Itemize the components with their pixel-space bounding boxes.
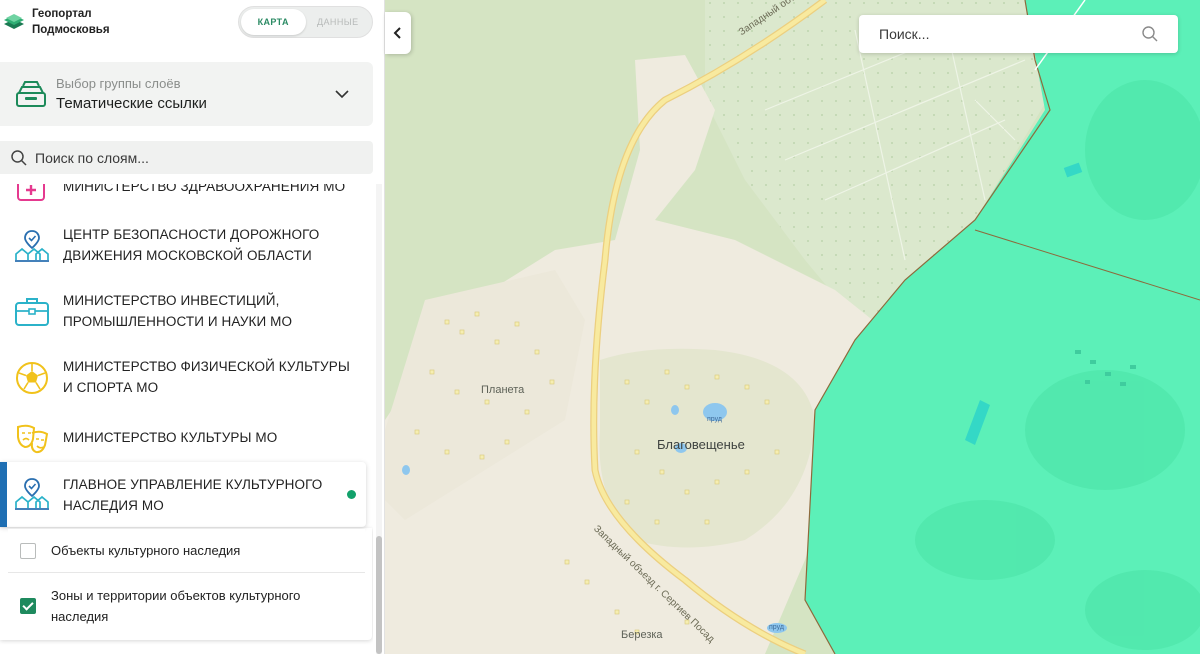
layer-list: МИНИСТЕРСТВО ЗДРАВООХРАНЕНИЯ МО ЦЕНТР БЕ… — [0, 184, 373, 654]
map-canvas[interactable] — [385, 0, 1200, 654]
layer-list-scrollbar[interactable] — [376, 184, 382, 654]
layer-item-label: МИНИСТЕРСТВО КУЛЬТУРЫ МО — [63, 430, 278, 445]
sublayer-checkbox-checked[interactable] — [20, 598, 36, 614]
app-title-line1: Геопортал — [32, 8, 92, 20]
layer-item-label: МИНИСТЕРСТВО ФИЗИЧЕСКОЙ КУЛЬТУРЫ И СПОРТ… — [63, 359, 350, 395]
football-icon — [16, 362, 48, 394]
sidebar: Геопортал Подмосковья КАРТА ДАННЫЕ Выбор… — [0, 0, 385, 654]
sublayer-heritage-zones[interactable]: Зоны и территории объектов культурного н… — [8, 574, 365, 638]
layer-item-heritage[interactable]: ГЛАВНОЕ УПРАВЛЕНИЕ КУЛЬТУРНОГО НАСЛЕДИЯ … — [0, 462, 366, 527]
layer-group-select[interactable]: Выбор группы слоёв Тематические ссылки — [0, 62, 373, 126]
layer-item-culture[interactable]: МИНИСТЕРСТВО КУЛЬТУРЫ МО — [0, 418, 366, 458]
pond-label: пруд — [769, 624, 784, 631]
pond-label: пруд — [707, 416, 722, 423]
layer-item-label: ГЛАВНОЕ УПРАВЛЕНИЕ КУЛЬТУРНОГО НАСЛЕДИЯ … — [63, 477, 323, 513]
active-status-dot — [347, 490, 356, 499]
geoportal-logo-icon — [4, 14, 24, 29]
briefcase-icon — [15, 298, 49, 326]
layers-box-icon — [16, 81, 46, 107]
layer-search — [0, 141, 373, 174]
sublayer-label: Зоны и территории объектов культурного н… — [51, 588, 301, 624]
mode-toggle: КАРТА ДАННЫЕ — [238, 6, 373, 38]
place-label-planeta: Планета — [481, 384, 525, 396]
map-mode-button[interactable]: КАРТА — [241, 9, 306, 35]
scrollbar-thumb[interactable] — [376, 536, 382, 654]
theater-masks-icon — [17, 424, 49, 454]
layer-item-investments[interactable]: МИНИСТЕРСТВО ИНВЕСТИЦИЙ, ПРОМЫШЛЕННОСТИ … — [0, 286, 366, 338]
layer-group-value: Тематические ссылки — [56, 94, 207, 112]
app-title: Геопортал Подмосковья — [32, 6, 142, 38]
collapse-sidebar-button[interactable] — [385, 12, 411, 54]
layer-group-texts: Выбор группы слоёв Тематические ссылки — [56, 75, 333, 114]
chevron-left-icon — [393, 27, 401, 39]
layer-item-health[interactable]: МИНИСТЕРСТВО ЗДРАВООХРАНЕНИЯ МО — [0, 184, 366, 206]
search-icon[interactable] — [1141, 25, 1159, 43]
place-label-blagoveshchenye: Благовещенье — [657, 437, 745, 452]
search-icon — [11, 149, 27, 166]
sublayer-checkbox[interactable] — [20, 542, 36, 559]
map-search-input[interactable] — [879, 26, 1119, 42]
sublayer-heritage-objects[interactable]: Объекты культурного наследия — [8, 529, 365, 573]
app-logo[interactable]: Геопортал Подмосковья — [0, 6, 142, 38]
layer-item-sport[interactable]: МИНИСТЕРСТВО ФИЗИЧЕСКОЙ КУЛЬТУРЫ И СПОРТ… — [0, 352, 366, 404]
data-mode-button[interactable]: ДАННЫЕ — [306, 9, 371, 35]
layer-item-label: ЦЕНТР БЕЗОПАСНОСТИ ДОРОЖНОГО ДВИЖЕНИЯ МО… — [63, 227, 320, 263]
layer-item-road-safety[interactable]: ЦЕНТР БЕЗОПАСНОСТИ ДОРОЖНОГО ДВИЖЕНИЯ МО… — [0, 220, 366, 272]
location-buildings-icon — [15, 230, 49, 262]
medical-case-icon — [17, 184, 45, 201]
layer-group-label: Выбор группы слоёв — [56, 75, 181, 91]
layer-search-input[interactable] — [35, 149, 335, 166]
layer-item-label: МИНИСТЕРСТВО ЗДРАВООХРАНЕНИЯ МО — [63, 184, 346, 194]
chevron-down-icon — [335, 90, 349, 99]
place-label-berezka: Березка — [621, 629, 663, 641]
sublayer-label: Объекты культурного наследия — [51, 543, 241, 558]
location-buildings-icon — [15, 478, 49, 510]
map-search — [859, 15, 1178, 53]
layer-item-label: МИНИСТЕРСТВО ИНВЕСТИЦИЙ, ПРОМЫШЛЕННОСТИ … — [63, 293, 293, 329]
app-title-line2: Подмосковья — [32, 24, 110, 36]
map-view[interactable]: Западный объезд Западный объезд г. Серги… — [385, 0, 1200, 654]
